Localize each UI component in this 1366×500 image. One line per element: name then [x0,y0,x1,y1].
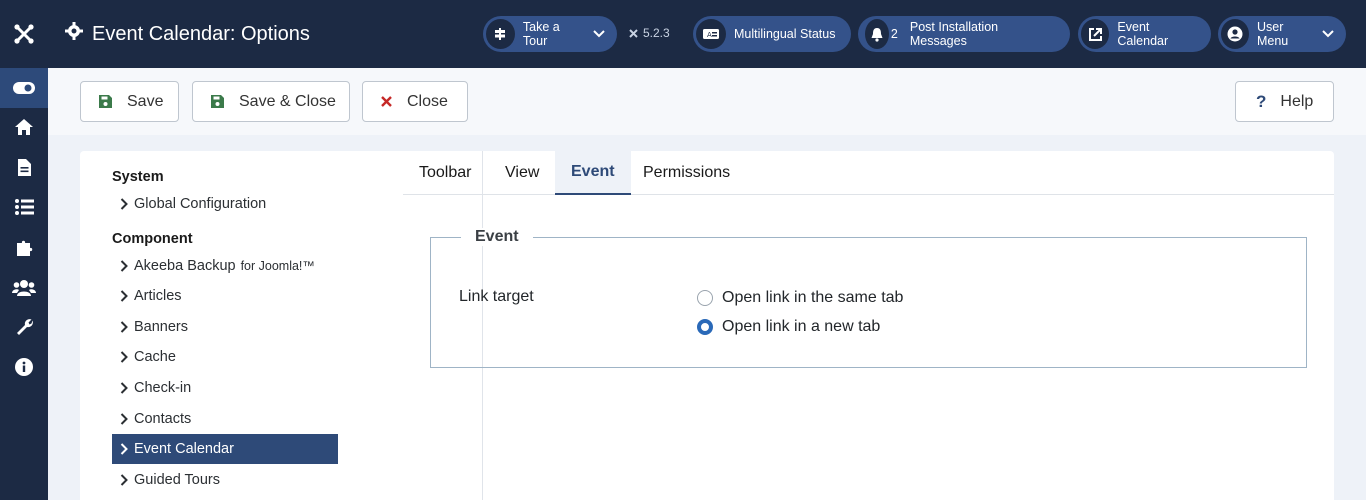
close-label: Close [407,92,448,110]
version-text: 5.2.3 [643,26,670,40]
version-indicator: 5.2.3 [628,26,670,40]
toggle-menu-icon[interactable] [0,68,48,108]
info-icon[interactable] [0,347,48,387]
nav-item-sublabel: for Joomla!™ [240,259,315,273]
floppy-disk-icon [210,94,225,109]
chevron-right-icon [113,382,134,394]
chevron-right-icon [113,260,134,272]
chevron-right-icon [113,321,134,333]
nav-item-event-calendar[interactable]: Event Calendar [112,434,338,464]
chevron-right-icon [113,413,134,425]
tab-event[interactable]: Event [555,151,631,195]
save-label: Save [127,92,164,110]
nav-item-cache[interactable]: Cache [112,342,338,372]
external-link-icon [1081,19,1110,49]
puzzle-icon[interactable] [0,227,48,267]
signpost-icon [486,19,515,49]
save-close-label: Save & Close [239,92,336,110]
users-icon[interactable] [0,267,48,307]
nav-item-label: Guided Tours [134,472,220,488]
chevron-right-icon [113,351,134,363]
post-installation-messages-button[interactable]: 2 Post Installation Messages [858,16,1070,52]
radio-label: Open link in the same tab [722,289,904,306]
nav-item-guided-tours[interactable]: Guided Tours [112,465,338,495]
tab-bar: Toolbar View Event Permissions [403,151,1334,195]
nav-item-banners[interactable]: Banners [112,312,338,342]
fieldset-legend: Event [461,228,533,246]
question-icon: ? [1256,91,1267,111]
nav-item-articles[interactable]: Articles [112,281,338,311]
post-install-label: Post Installation Messages [909,20,999,48]
chevron-down-icon [593,30,605,38]
chevron-right-icon [113,474,134,486]
nav-item-label: Contacts [134,411,192,427]
nav-item-label: Global Configuration [134,196,267,212]
chevron-right-icon [113,290,134,302]
take-tour-label: Take a Tour [522,20,560,48]
toolbar: Save Save & Close Close ? Help [48,68,1366,135]
chevron-right-icon [113,198,134,210]
page-title: Event Calendar: Options [64,0,310,68]
list-icon[interactable] [0,187,48,227]
radio-label: Open link in a new tab [722,318,881,335]
nav-item-akeeba-backup[interactable]: Akeeba Backup for Joomla!™ [112,251,338,281]
nav-item-check-in[interactable]: Check-in [112,373,338,403]
options-panel: System Global Configuration Component Ak… [80,151,1334,500]
help-button[interactable]: ? Help [1235,81,1334,122]
multilingual-label: Multilingual Status [734,27,836,41]
file-icon[interactable] [0,147,48,187]
take-tour-button[interactable]: Take a Tour [483,16,617,52]
home-icon[interactable] [0,107,48,147]
joomla-small-icon [628,28,639,39]
gear-icon [64,21,92,47]
sidebar [0,68,48,500]
save-and-close-button[interactable]: Save & Close [192,81,350,122]
link-target-label: Link target [459,288,534,305]
chevron-down-icon [1322,30,1334,38]
help-label: Help [1280,92,1314,110]
radio-button-checked[interactable] [697,319,713,335]
nav-item-label: Akeeba Backup [134,258,236,274]
close-button[interactable]: Close [362,81,468,122]
user-avatar-icon [1221,19,1249,49]
wrench-icon[interactable] [0,307,48,347]
event-fieldset: Event Link target Open link in the same … [430,228,1307,368]
bell-icon [865,19,889,49]
user-menu-label: User Menu [1256,20,1289,48]
user-menu-button[interactable]: User Menu [1218,16,1346,52]
close-icon [380,95,393,108]
nav-item-label: Event Calendar [134,441,234,457]
tab-view[interactable]: View [489,151,555,195]
nav-item-label: Articles [134,288,182,304]
nav-item-label: Check-in [134,380,192,396]
nav-item-contacts[interactable]: Contacts [112,404,338,434]
nav-item-global-configuration[interactable]: Global Configuration [112,189,338,219]
joomla-logo-icon[interactable] [0,0,48,68]
notification-count: 2 [890,27,898,41]
tab-toolbar[interactable]: Toolbar [403,151,487,195]
event-calendar-link-label: Event Calendar [1117,20,1169,48]
nav-item-label: Cache [134,349,176,365]
save-button[interactable]: Save [80,81,179,122]
radio-option-same-tab[interactable]: Open link in the same tab [697,289,903,307]
tab-permissions[interactable]: Permissions [627,151,746,195]
radio-button-unchecked[interactable] [697,290,713,306]
multilingual-status-button[interactable]: A Multilingual Status [693,16,851,52]
page-title-text: Event Calendar: Options [92,22,310,45]
language-icon: A [696,19,726,49]
chevron-right-icon [113,443,134,455]
nav-item-label: Banners [134,319,189,335]
svg-text:A: A [707,31,712,39]
system-heading: System [112,169,164,185]
radio-option-new-tab[interactable]: Open link in a new tab [697,318,880,336]
component-heading: Component [112,231,193,247]
event-calendar-site-link[interactable]: Event Calendar [1078,16,1211,52]
top-header: Event Calendar: Options Take a Tour 5.2.… [0,0,1366,68]
floppy-disk-icon [98,94,113,109]
